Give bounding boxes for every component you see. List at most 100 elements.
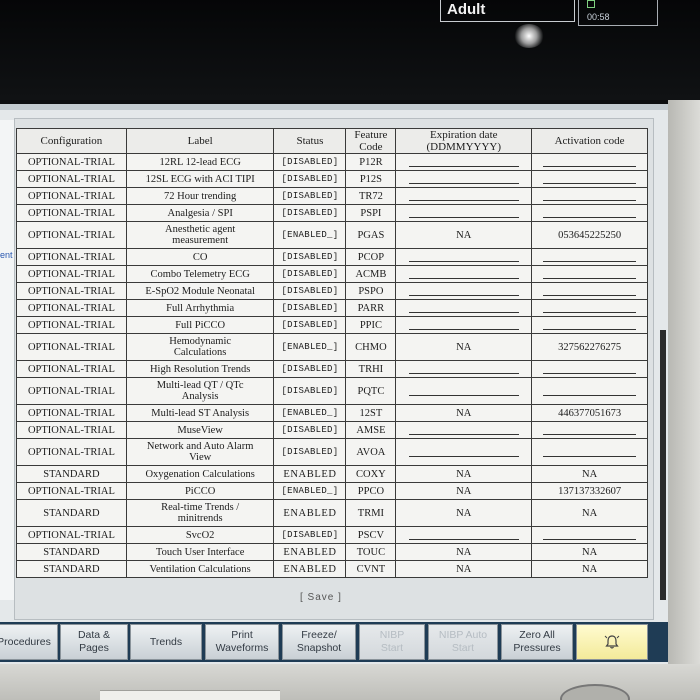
empty-entry-line[interactable]	[543, 191, 637, 201]
empty-entry-line[interactable]	[408, 364, 519, 374]
empty-entry-line[interactable]	[543, 320, 637, 330]
save-button[interactable]: [ Save ]	[300, 592, 342, 603]
empty-entry-line[interactable]	[543, 157, 637, 167]
expiration-cell[interactable]	[395, 421, 533, 439]
nibp-auto-start-button[interactable]: NIBP Auto Start	[428, 624, 498, 660]
expiration-cell[interactable]: NA	[395, 333, 533, 361]
procedures-button[interactable]: Procedures	[0, 624, 58, 660]
table-row[interactable]: OPTIONAL-TRIAL High Resolution Trends [DIS…	[16, 360, 648, 378]
table-row[interactable]: OPTIONAL-TRIAL PiCCO [ENABLED_] PPCO NA 13713…	[16, 482, 648, 500]
expiration-cell[interactable]	[395, 316, 533, 334]
activation-cell[interactable]	[531, 282, 648, 300]
empty-entry-line[interactable]	[408, 530, 519, 540]
trends-button[interactable]: Trends	[130, 624, 202, 660]
empty-entry-line[interactable]	[543, 269, 637, 279]
activation-cell[interactable]	[531, 360, 648, 378]
activation-cell[interactable]	[531, 248, 648, 266]
zero-all-pressures-button[interactable]: Zero All Pressures	[501, 624, 573, 660]
activation-cell[interactable]	[531, 377, 648, 405]
activation-cell[interactable]: 053645225250	[531, 221, 648, 249]
table-row[interactable]: OPTIONAL-TRIAL Full PiCCO [DISABLED] PPIC	[16, 316, 648, 334]
expiration-cell[interactable]	[395, 265, 533, 283]
expiration-cell[interactable]: NA	[395, 543, 533, 561]
table-row[interactable]: OPTIONAL-TRIAL Network and Auto Alarm Vie…	[16, 438, 648, 466]
data-pages-button[interactable]: Data & Pages	[60, 624, 128, 660]
activation-cell[interactable]	[531, 153, 648, 171]
empty-entry-line[interactable]	[543, 286, 637, 296]
activation-cell[interactable]: NA	[531, 499, 648, 527]
activation-cell[interactable]	[531, 421, 648, 439]
empty-entry-line[interactable]	[543, 252, 637, 262]
empty-entry-line[interactable]	[408, 269, 519, 279]
table-row[interactable]: OPTIONAL-TRIAL 12RL 12-lead ECG [DISABLED]…	[16, 153, 648, 171]
empty-entry-line[interactable]	[408, 208, 519, 218]
expiration-cell[interactable]	[395, 299, 533, 317]
activation-cell[interactable]	[531, 316, 648, 334]
expiration-cell[interactable]: NA	[395, 221, 533, 249]
activation-cell[interactable]	[531, 187, 648, 205]
table-row[interactable]: OPTIONAL-TRIAL Full Arrhythmia [DISABLED] P…	[16, 299, 648, 317]
table-row[interactable]: OPTIONAL-TRIAL SvcO2 [DISABLED] PSCV	[16, 526, 648, 544]
empty-entry-line[interactable]	[543, 386, 637, 396]
table-row[interactable]: OPTIONAL-TRIAL Anesthetic agent measureme…	[16, 221, 648, 249]
table-row[interactable]: OPTIONAL-TRIAL Multi-lead QT / QTc Analys…	[16, 377, 648, 405]
empty-entry-line[interactable]	[408, 191, 519, 201]
expiration-cell[interactable]	[395, 248, 533, 266]
empty-entry-line[interactable]	[408, 157, 519, 167]
empty-entry-line[interactable]	[543, 425, 637, 435]
activation-cell[interactable]: NA	[531, 543, 648, 561]
activation-cell[interactable]: NA	[531, 465, 648, 483]
empty-entry-line[interactable]	[543, 447, 637, 457]
empty-entry-line[interactable]	[408, 286, 519, 296]
activation-cell[interactable]: 137137332607	[531, 482, 648, 500]
activation-cell[interactable]	[531, 526, 648, 544]
empty-entry-line[interactable]	[408, 303, 519, 313]
empty-entry-line[interactable]	[543, 174, 637, 184]
scrollbar[interactable]	[660, 330, 666, 600]
expiration-cell[interactable]	[395, 153, 533, 171]
activation-cell[interactable]: NA	[531, 560, 648, 578]
empty-entry-line[interactable]	[408, 320, 519, 330]
table-row[interactable]: OPTIONAL-TRIAL Combo Telemetry ECG [DISABL…	[16, 265, 648, 283]
activation-cell[interactable]: 446377051673	[531, 404, 648, 422]
expiration-cell[interactable]	[395, 360, 533, 378]
table-row[interactable]: STANDARD Real-time Trends / minitrends ENA…	[16, 499, 648, 527]
empty-entry-line[interactable]	[543, 364, 637, 374]
expiration-cell[interactable]	[395, 204, 533, 222]
expiration-cell[interactable]	[395, 170, 533, 188]
patient-category[interactable]: Adult	[440, 0, 575, 22]
expiration-cell[interactable]: NA	[395, 560, 533, 578]
expiration-cell[interactable]: NA	[395, 465, 533, 483]
table-row[interactable]: OPTIONAL-TRIAL 12SL ECG with ACI TIPI [DIS…	[16, 170, 648, 188]
expiration-cell[interactable]	[395, 187, 533, 205]
table-row[interactable]: OPTIONAL-TRIAL 72 Hour trending [DISABLED]…	[16, 187, 648, 205]
expiration-cell[interactable]: NA	[395, 404, 533, 422]
expiration-cell[interactable]	[395, 282, 533, 300]
table-row[interactable]: OPTIONAL-TRIAL Multi-lead ST Analysis [ENA…	[16, 404, 648, 422]
activation-cell[interactable]: 327562276275	[531, 333, 648, 361]
alarm-silence-button[interactable]	[576, 624, 648, 660]
table-row[interactable]: OPTIONAL-TRIAL Hemodynamic Calculations [E…	[16, 333, 648, 361]
activation-cell[interactable]	[531, 299, 648, 317]
empty-entry-line[interactable]	[408, 174, 519, 184]
table-row[interactable]: STANDARD Oxygenation Calculations ENABLED C…	[16, 465, 648, 483]
expiration-cell[interactable]	[395, 526, 533, 544]
activation-cell[interactable]	[531, 438, 648, 466]
nibp-start-button[interactable]: NIBP Start	[359, 624, 425, 660]
table-row[interactable]: STANDARD Ventilation Calculations ENABLED C…	[16, 560, 648, 578]
empty-entry-line[interactable]	[408, 386, 519, 396]
table-row[interactable]: OPTIONAL-TRIAL MuseView [DISABLED] AMSE	[16, 421, 648, 439]
expiration-cell[interactable]	[395, 438, 533, 466]
empty-entry-line[interactable]	[543, 530, 637, 540]
expiration-cell[interactable]: NA	[395, 499, 533, 527]
activation-cell[interactable]	[531, 170, 648, 188]
table-row[interactable]: OPTIONAL-TRIAL CO [DISABLED] PCOP	[16, 248, 648, 266]
expiration-cell[interactable]	[395, 377, 533, 405]
print-waveforms-button[interactable]: Print Waveforms	[205, 624, 279, 660]
empty-entry-line[interactable]	[408, 425, 519, 435]
table-row[interactable]: STANDARD Touch User Interface ENABLED TOUC N…	[16, 543, 648, 561]
table-row[interactable]: OPTIONAL-TRIAL E-SpO2 Module Neonatal [DIS…	[16, 282, 648, 300]
empty-entry-line[interactable]	[543, 303, 637, 313]
empty-entry-line[interactable]	[408, 447, 519, 457]
freeze-snapshot-button[interactable]: Freeze/ Snapshot	[282, 624, 356, 660]
